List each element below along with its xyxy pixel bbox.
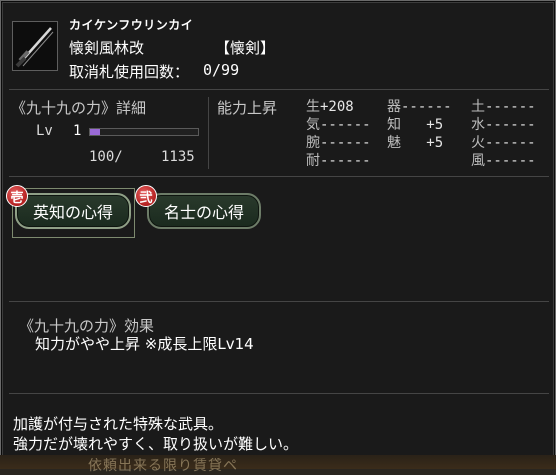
level-value: 1 [73, 123, 82, 139]
skill-button-2[interactable]: 名士の心得 [147, 193, 261, 229]
effect-text: 知力がやや上昇 ※成長上限Lv14 [35, 335, 254, 353]
stat-endurance: 耐------ [306, 153, 371, 169]
exp-bar-fill [90, 129, 100, 135]
stat-water: 水------ [471, 117, 536, 133]
exp-current: 100/ [89, 149, 123, 165]
item-name: 懐剣風林改 [69, 39, 145, 57]
stat-dex: 器------ [387, 99, 452, 115]
stat-hp: 生+208 [306, 99, 354, 115]
description-line-2: 強力だが壊れやすく、取り扱いが難しい。 [13, 435, 299, 453]
detail-title: 《九十九の力》詳細 [11, 99, 147, 117]
usage-count-value: 0/99 [203, 61, 240, 79]
ability-title: 能力上昇 [217, 99, 278, 117]
exp-bar [89, 128, 199, 136]
skill-badge-1: 壱 [6, 185, 28, 207]
stat-charm: 魅 +5 [387, 135, 444, 151]
description-line-1: 加護が付与された特殊な武具。 [13, 415, 224, 433]
item-category: 【懐剣】 [215, 39, 276, 57]
item-thumbnail [12, 21, 58, 71]
skill-label-1: 英知の心得 [32, 203, 113, 222]
stat-spirit: 気------ [306, 117, 371, 133]
dagger-icon [15, 27, 54, 68]
exp-max: 1135 [161, 149, 195, 165]
level-label: Lv [36, 123, 53, 139]
background-strip [0, 455, 556, 469]
stat-arm: 腕------ [306, 135, 371, 151]
header-divider [9, 89, 549, 90]
stat-wind: 風------ [471, 153, 536, 169]
stat-earth: 土------ [471, 99, 536, 115]
skill-button-1[interactable]: 英知の心得 [15, 193, 131, 229]
ability-divider [9, 176, 549, 177]
item-reading: カイケンフウリンカイ [69, 18, 194, 32]
background-text: 依頼出来る限り賃貸ペ [88, 458, 238, 474]
vertical-divider [208, 97, 209, 169]
usage-count-label: 取消札使用回数： [69, 63, 190, 81]
skill-badge-2: 弐 [135, 185, 157, 207]
effect-divider [9, 301, 549, 302]
stat-int: 知 +5 [387, 117, 444, 133]
description-divider [9, 393, 549, 394]
stat-fire: 火------ [471, 135, 536, 151]
skill-label-2: 名士の心得 [163, 203, 244, 222]
item-tooltip-panel: カイケンフウリンカイ 懐剣風林改 【懐剣】 取消札使用回数： 0/99 《九十九… [0, 0, 556, 469]
